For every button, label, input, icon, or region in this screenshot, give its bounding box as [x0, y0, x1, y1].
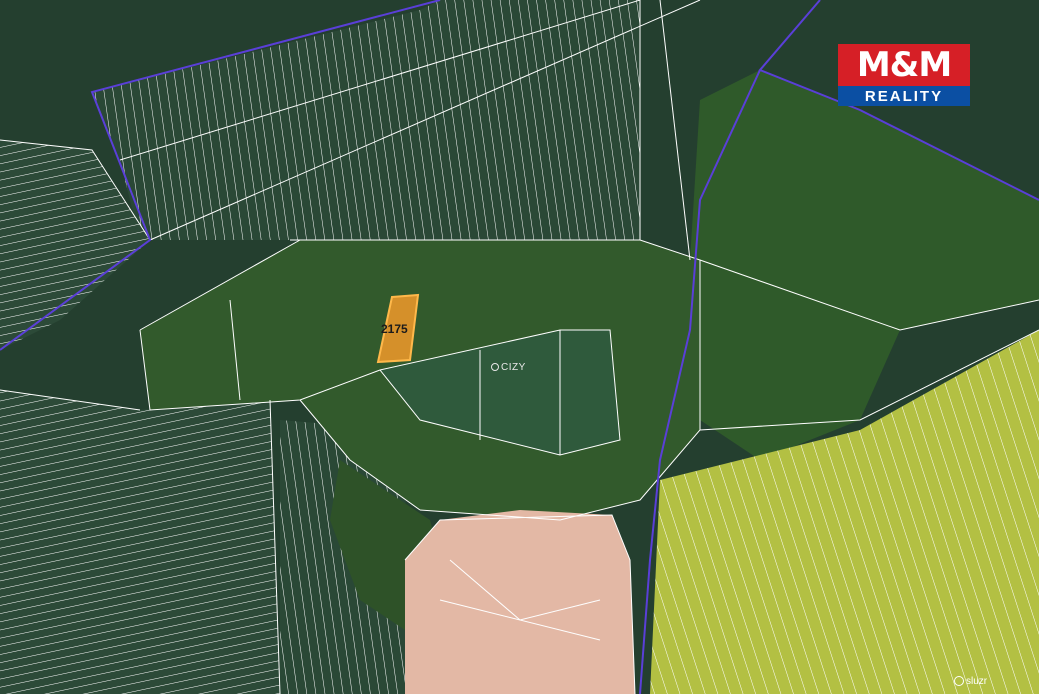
credit-text: sluzr: [966, 676, 988, 687]
map-credit: sluzr: [954, 676, 987, 687]
place-label: CIZY: [491, 362, 526, 373]
parcel-number[interactable]: 2175: [381, 322, 408, 336]
place-marker-icon: [491, 363, 499, 372]
place-name: CIZY: [501, 362, 526, 373]
logo-top: M&M: [838, 44, 970, 86]
field-bottom-left: [0, 390, 280, 694]
bare-field: [405, 510, 635, 694]
credit-icon: [954, 676, 964, 687]
logo-bottom: REALITY: [838, 86, 970, 106]
brand-logo: M&M REALITY: [838, 44, 970, 108]
